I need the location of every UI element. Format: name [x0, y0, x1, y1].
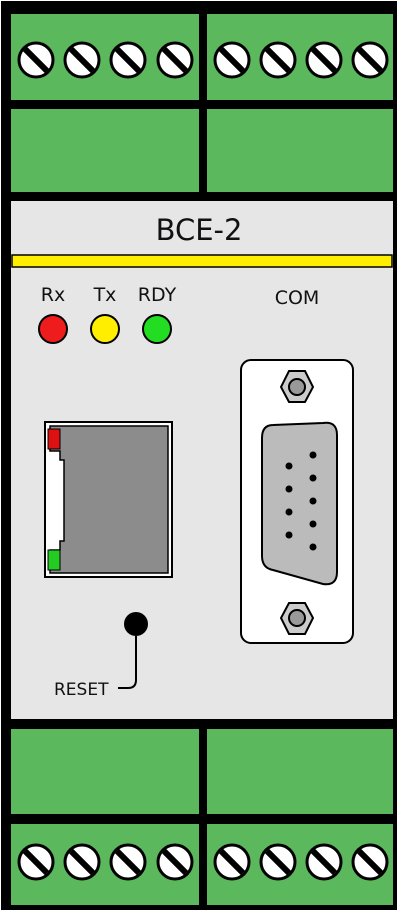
bottom-terminal-screw-4[interactable] — [156, 843, 194, 881]
top-terminal-screw-6[interactable] — [259, 41, 297, 79]
bottom-terminal-screw-7[interactable] — [305, 843, 343, 881]
bottom-terminal-screw-5[interactable] — [213, 843, 251, 881]
top-terminal-screw-8[interactable] — [351, 41, 389, 79]
model-title: BCE-2 — [155, 213, 243, 247]
db9-shell — [261, 421, 338, 586]
tx-led — [90, 314, 120, 344]
bottom-plug-right — [205, 727, 395, 816]
bottom-terminal-screw-1[interactable] — [17, 843, 55, 881]
yellow-stripe — [11, 254, 393, 268]
top-plug-left — [9, 107, 201, 194]
rdy-led — [142, 314, 172, 344]
tx-led-label: Tx — [93, 284, 117, 306]
rx-led-label: Rx — [40, 284, 66, 306]
bottom-plug-left — [9, 727, 201, 816]
top-terminal-screw-2[interactable] — [63, 41, 101, 79]
top-terminal-screw-3[interactable] — [109, 41, 147, 79]
bottom-terminal-screw-2[interactable] — [63, 843, 101, 881]
top-terminal-screw-4[interactable] — [156, 41, 194, 79]
rx-led — [38, 314, 68, 344]
bottom-terminal-screw-3[interactable] — [109, 843, 147, 881]
rj45-port[interactable] — [44, 421, 173, 578]
bottom-terminal-screw-6[interactable] — [259, 843, 297, 881]
rj45-activity-led — [47, 428, 61, 450]
reset-label: RESET — [54, 680, 109, 700]
com-db9-connector[interactable] — [240, 359, 354, 644]
top-terminal-screw-7[interactable] — [305, 41, 343, 79]
rdy-led-label: RDY — [137, 284, 177, 306]
rj45-link-led — [47, 549, 61, 571]
top-terminal-screw-1[interactable] — [17, 41, 55, 79]
top-terminal-screw-5[interactable] — [213, 41, 251, 79]
bottom-terminal-screw-8[interactable] — [351, 843, 389, 881]
device-diagram — [1, 1, 397, 910]
top-plug-right — [205, 107, 395, 194]
com-label: COM — [274, 287, 320, 309]
